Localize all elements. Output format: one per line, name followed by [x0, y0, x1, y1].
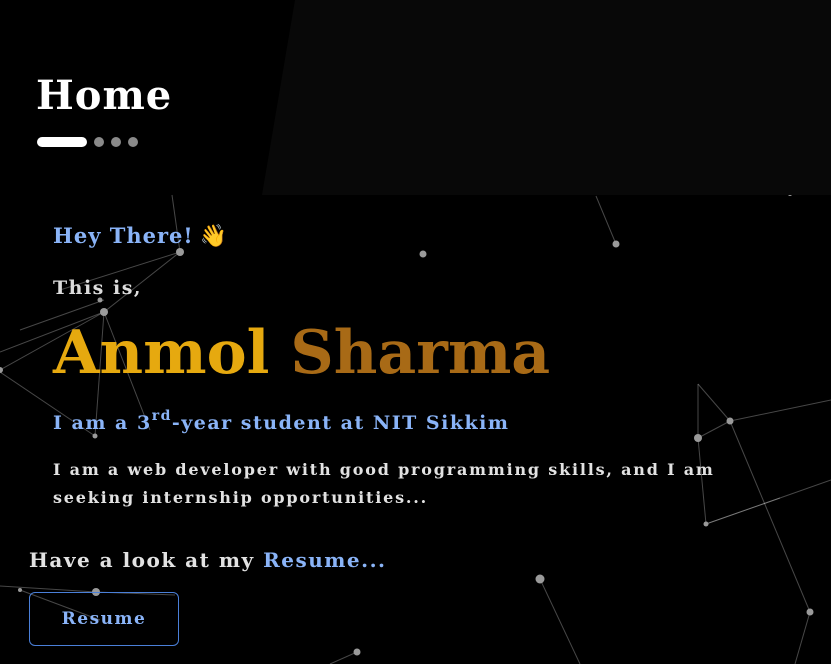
tagline-superscript: rd	[151, 407, 172, 424]
greeting-text: Hey There!	[53, 223, 194, 248]
pager-dot[interactable]	[128, 137, 138, 147]
header-backdrop-panel	[262, 0, 831, 195]
tagline-before: I am a 3	[53, 412, 152, 434]
resume-prompt-text: Have a look at my	[29, 548, 264, 572]
tagline-after: -year student at NIT Sikkim	[171, 412, 510, 434]
description: I am a web developer with good programmi…	[53, 460, 715, 507]
resume-link[interactable]: Resume...	[263, 548, 386, 572]
last-name: Sharma	[290, 318, 551, 388]
intro-prefix: This is,	[53, 277, 143, 299]
pager-dot[interactable]	[94, 137, 104, 147]
resume-button[interactable]: Resume	[29, 592, 179, 646]
first-name: Anmol	[53, 318, 270, 388]
pager-dot[interactable]	[111, 137, 121, 147]
pager-dot-active[interactable]	[37, 137, 87, 147]
tagline: I am a 3rd-year student at NIT Sikkim	[53, 407, 509, 439]
waving-hand-icon: 👋	[199, 223, 229, 249]
page-title: Home	[36, 72, 173, 119]
greeting: Hey There! 👋	[53, 220, 228, 252]
full-name: Anmol Sharma	[53, 317, 550, 389]
resume-prompt: Have a look at my Resume...	[29, 544, 387, 576]
section-pager	[37, 137, 138, 147]
